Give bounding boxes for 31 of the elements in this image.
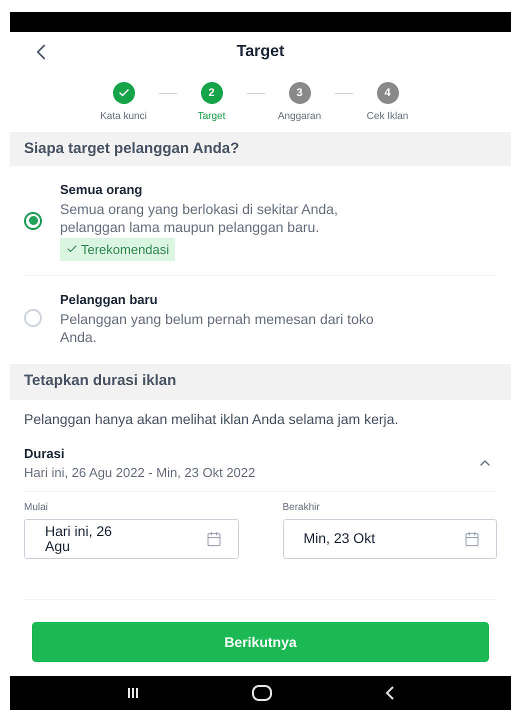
check-icon xyxy=(118,87,130,99)
recent-apps-icon[interactable] xyxy=(126,687,138,699)
step-label: Target xyxy=(198,110,226,124)
option-title: Pelanggan baru xyxy=(60,291,159,309)
option-description: Pelanggan yang belum pernah memesan dari toko Anda. xyxy=(60,310,375,346)
back-icon[interactable] xyxy=(384,686,394,700)
duration-note: Pelanggan hanya akan melihat iklan Anda selama jam kerja. xyxy=(24,410,400,428)
option-description: Semua orang yang berlokasi di sekitar Anda, pelanggan lama maupun pelanggan baru. xyxy=(60,200,339,236)
radio-button[interactable] xyxy=(24,212,42,230)
step-number: 4 xyxy=(384,86,391,101)
calendar-icon xyxy=(206,530,222,546)
section-title: Siapa target pelanggan Anda? xyxy=(24,138,240,159)
step-number: 2 xyxy=(208,86,215,101)
date-field[interactable]: Hari ini, 26 Agu xyxy=(24,518,238,558)
date-value: Min, 23 Okt xyxy=(304,531,376,546)
calendar-icon xyxy=(464,530,480,546)
field-label: Mulai xyxy=(24,500,49,514)
duration-label: Durasi xyxy=(24,444,66,462)
step-label: Anggaran xyxy=(278,110,322,124)
step-label: Cek Iklan xyxy=(366,110,408,124)
option-title: Semua orang xyxy=(60,181,144,199)
section-title: Tetapkan durasi iklan xyxy=(24,371,176,392)
page-title: Target xyxy=(236,42,284,62)
step-number: 3 xyxy=(296,86,303,101)
field-label: Berakhir xyxy=(282,500,321,514)
step-label: Kata kunci xyxy=(100,110,147,124)
date-field[interactable]: Min, 23 Okt xyxy=(282,518,497,558)
date-value: Hari ini, 26 Agu xyxy=(45,524,113,554)
duration-range: Hari ini, 26 Agu 2022 - Min, 23 Okt 2022 xyxy=(24,464,256,482)
badge-text: Terekomendasi xyxy=(81,240,170,258)
home-icon[interactable] xyxy=(252,685,272,701)
